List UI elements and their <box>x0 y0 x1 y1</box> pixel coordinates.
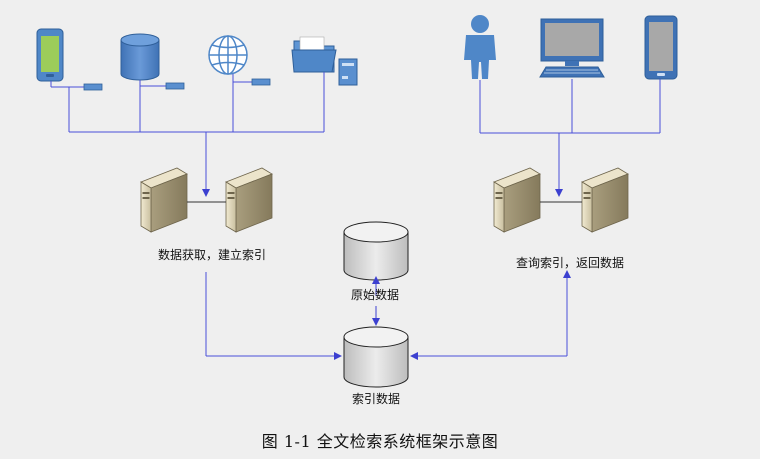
figure-caption: 图 1-1 全文检索系统框架示意图 <box>261 432 499 451</box>
server-icon <box>140 167 188 233</box>
raw-data-label: 原始数据 <box>351 288 400 302</box>
server-icon <box>225 167 273 233</box>
tablet-icon <box>644 15 678 80</box>
architecture-diagram <box>36 15 678 388</box>
globe-icon <box>208 35 271 86</box>
server-icon <box>581 167 629 233</box>
query-index-label: 查询索引，返回数据 <box>516 256 625 270</box>
smartphone-icon <box>36 28 103 91</box>
acquire-index-label: 数据获取，建立索引 <box>158 248 267 262</box>
person-icon <box>464 15 496 79</box>
left-bus-lines <box>68 72 325 197</box>
index-data-label: 索引数据 <box>352 392 401 406</box>
server-icon <box>493 167 541 233</box>
monitor-icon <box>539 18 605 78</box>
database-icon <box>120 33 185 90</box>
index-data-database <box>343 326 409 388</box>
diagram-stage: 数据获取，建立索引 查询索引，返回数据 原始数据 索引数据 图 1-1 全文检索… <box>0 0 760 459</box>
raw-data-database <box>343 221 409 281</box>
